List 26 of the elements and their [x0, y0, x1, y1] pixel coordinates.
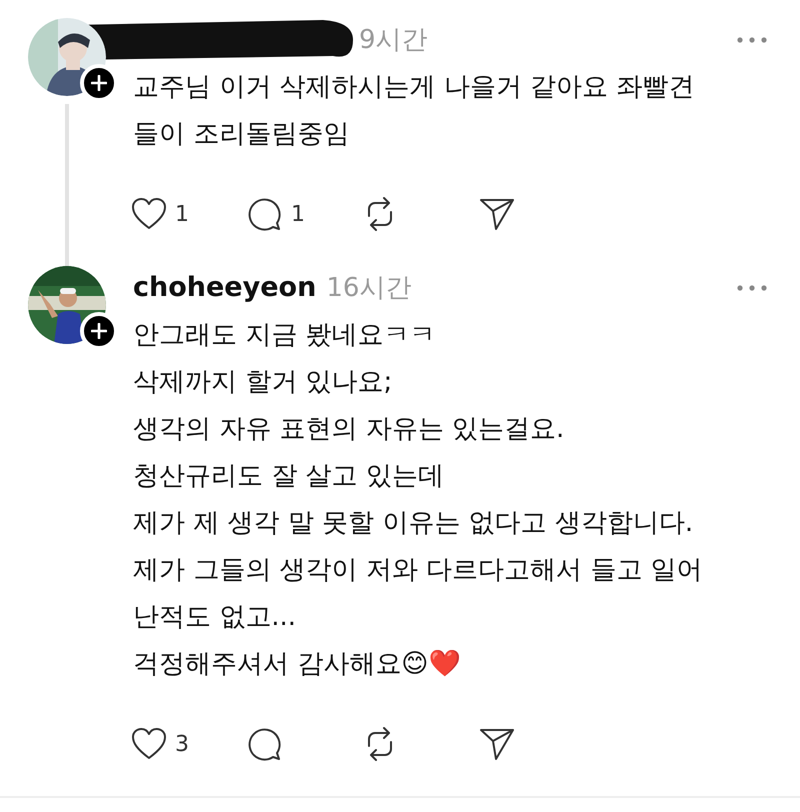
post-time: 9시간 — [359, 24, 428, 56]
comment-text-line: 걱정해주셔서 감사해요😊❤ — [133, 648, 462, 681]
comment-button[interactable]: 1 — [247, 192, 365, 236]
plus-icon — [91, 323, 107, 339]
speech-bubble-icon — [247, 196, 283, 232]
heart-icon — [131, 727, 167, 761]
like-button[interactable]: 1 — [131, 192, 249, 236]
comment-text-line: 청산규리도 잘 살고 있는데 — [133, 460, 445, 493]
like-button[interactable]: 3 — [131, 722, 249, 766]
comment-text-line: 교주님 이거 삭제하시는게 나을거 같아요 좌빨견 — [133, 71, 696, 104]
comment-text-line: 제가 그들의 생각이 저와 다르다고해서 들고 일어 — [133, 554, 704, 587]
speech-bubble-icon — [247, 726, 283, 762]
more-icon[interactable] — [736, 284, 768, 292]
plus-icon — [91, 75, 107, 91]
username[interactable]: choheeyeon — [133, 268, 316, 308]
comment-text-line: 난적도 없고... — [133, 601, 298, 634]
comment-text-line: 들이 조리돌림중임 — [133, 118, 350, 151]
post-time: 16시간 — [326, 272, 412, 304]
send-icon — [479, 197, 515, 231]
comment-text-line: 안그래도 지금 봤네요ㅋㅋ — [133, 319, 437, 352]
comment-text-line: 제가 제 생각 말 못할 이유는 없다고 생각합니다. — [133, 507, 694, 540]
heart-icon — [131, 197, 167, 231]
comment-text-line: 삭제까지 할거 있나요; — [133, 366, 394, 399]
send-icon — [479, 727, 515, 761]
comment-text-line: 생각의 자유 표현의 자유는 있는걸요. — [133, 413, 566, 446]
more-icon[interactable] — [736, 36, 768, 44]
